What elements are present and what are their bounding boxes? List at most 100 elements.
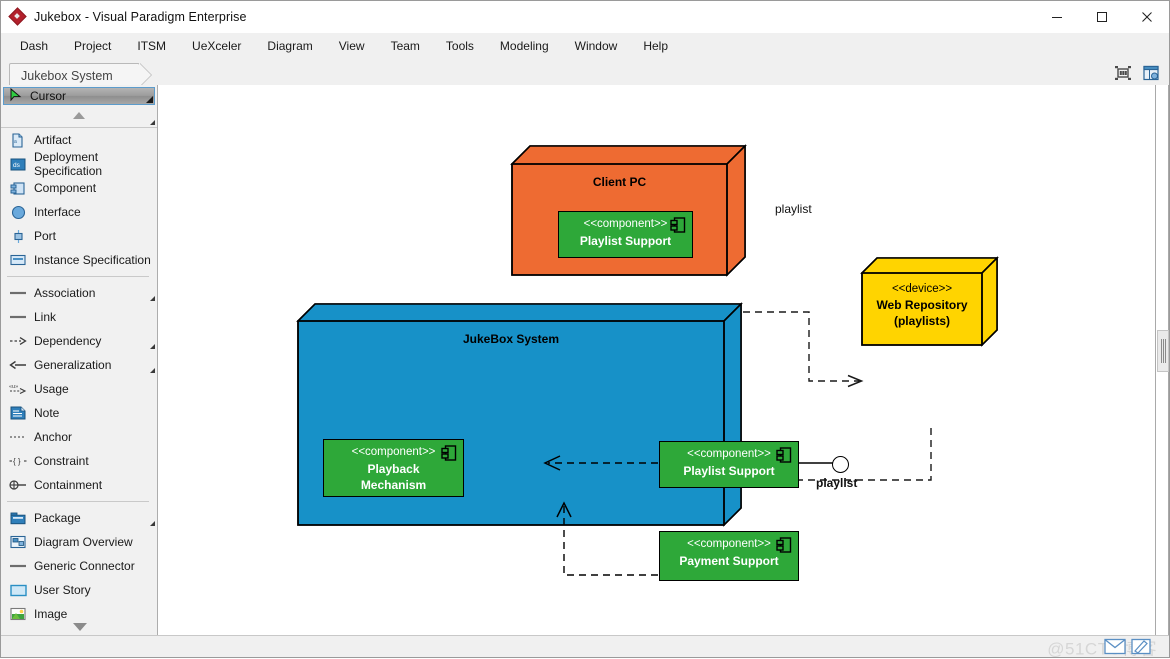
palette-item-generic-connector[interactable]: Generic Connector <box>1 554 157 578</box>
palette-expand-corner-icon[interactable] <box>150 521 155 526</box>
palette-item-label: Interface <box>34 205 81 219</box>
palette-item-deployment-specification[interactable]: ds Deployment Specification <box>1 152 157 176</box>
palette-item-component[interactable]: Component <box>1 176 157 200</box>
palette-item-artifact[interactable]: a Artifact <box>1 128 157 152</box>
diagram-canvas[interactable]: Client PC <<component>> Playlist Support <box>158 85 1169 635</box>
palette-scroll-down-icon[interactable] <box>73 623 87 631</box>
palette-item-containment[interactable]: Containment <box>1 473 157 497</box>
component-name: Payment Support <box>660 553 798 569</box>
palette-divider-2 <box>7 501 149 502</box>
palette-item-label: Deployment Specification <box>34 150 157 178</box>
palette-item-label: Dependency <box>34 334 101 348</box>
palette-expand-corner-icon[interactable] <box>150 296 155 301</box>
palette-item-dependency[interactable]: Dependency <box>1 329 157 353</box>
port-icon <box>9 228 27 244</box>
node-jukebox-system[interactable]: JukeBox System <<component> <box>298 303 746 530</box>
deployment-diagram: Client PC <<component>> Playlist Support <box>158 85 1169 635</box>
palette-item-label: Port <box>34 229 56 243</box>
cursor-expand-corner-icon[interactable] <box>146 96 153 103</box>
component-glyph-icon <box>441 445 457 461</box>
maximize-button[interactable] <box>1079 1 1124 32</box>
palette-group-corner-icon[interactable] <box>150 120 155 125</box>
note-icon <box>9 405 27 421</box>
title-bar: Jukebox - Visual Paradigm Enterprise <box>1 1 1169 33</box>
component-playlist-support-jukebox[interactable]: <<component>> Playlist Support <box>659 441 799 488</box>
menu-item-help[interactable]: Help <box>630 35 681 57</box>
palette-item-instance-specification[interactable]: Instance Specification <box>1 248 157 272</box>
image-icon <box>9 606 27 622</box>
node-stereotype: <<device>> <box>862 283 982 295</box>
palette-item-association[interactable]: Association <box>1 281 157 305</box>
palette-item-label: Constraint <box>34 454 89 468</box>
node-web-repository[interactable]: <<device>> Web Repository (playlists) <box>862 257 1002 349</box>
palette-item-label: Generic Connector <box>34 559 135 573</box>
diagram-properties-icon[interactable] <box>1139 61 1163 85</box>
component-playback-mechanism[interactable]: <<component>> Playback Mechanism <box>323 439 464 497</box>
palette-item-anchor[interactable]: Anchor <box>1 425 157 449</box>
menu-bar: Dash Project ITSM UeXceler Diagram View … <box>1 33 1169 59</box>
window-controls <box>1034 1 1169 32</box>
palette-item-label: Artifact <box>34 133 71 147</box>
component-name-line2: Mechanism <box>324 477 463 493</box>
palette-expand-corner-icon[interactable] <box>150 344 155 349</box>
tab-label: Jukebox System <box>21 69 113 83</box>
splitter-handle[interactable] <box>1157 330 1169 372</box>
canvas-vertical-splitter[interactable] <box>1155 85 1169 635</box>
menu-item-view[interactable]: View <box>326 35 378 57</box>
menu-item-dash[interactable]: Dash <box>7 35 61 57</box>
palette-item-port[interactable]: Port <box>1 224 157 248</box>
menu-item-window[interactable]: Window <box>562 35 631 57</box>
diagram-tab-strip: Jukebox System <box>1 59 1169 88</box>
generalization-arrow-icon <box>9 357 27 373</box>
interface-ball-playlist[interactable] <box>832 456 849 473</box>
menu-item-itsm[interactable]: ITSM <box>124 35 179 57</box>
palette-item-link[interactable]: Link <box>1 305 157 329</box>
component-name: Playlist Support <box>559 233 692 249</box>
deployment-specification-icon: ds <box>9 156 27 172</box>
palette-item-cursor[interactable]: Cursor <box>3 87 155 105</box>
palette-item-package[interactable]: Package <box>1 506 157 530</box>
node-client-pc[interactable]: Client PC <<component>> Playlist Support <box>512 145 750 280</box>
palette-item-interface[interactable]: Interface <box>1 200 157 224</box>
palette-item-label: Instance Specification <box>34 253 151 267</box>
cursor-arrow-icon <box>8 88 24 105</box>
instance-specification-icon <box>9 252 27 268</box>
palette-item-diagram-overview[interactable]: Diagram Overview <box>1 530 157 554</box>
menu-item-modeling[interactable]: Modeling <box>487 35 562 57</box>
mail-icon <box>1104 638 1126 658</box>
minimize-button[interactable] <box>1034 1 1079 32</box>
palette-item-label: Note <box>34 406 59 420</box>
menu-item-project[interactable]: Project <box>61 35 124 57</box>
dependency-arrow-icon <box>9 333 27 349</box>
menu-item-uexceler[interactable]: UeXceler <box>179 35 254 57</box>
palette-item-note[interactable]: Note <box>1 401 157 425</box>
palette-scroll-up[interactable] <box>1 105 157 128</box>
palette-item-label: Association <box>34 286 95 300</box>
watermark-icons <box>1104 638 1151 658</box>
palette-expand-corner-icon[interactable] <box>150 368 155 373</box>
menu-item-tools[interactable]: Tools <box>433 35 487 57</box>
component-icon <box>9 180 27 196</box>
application-window: Jukebox - Visual Paradigm Enterprise Das… <box>0 0 1170 658</box>
component-name: Playlist Support <box>660 463 798 479</box>
link-line-icon <box>9 309 27 325</box>
palette-item-constraint[interactable]: { } Constraint <box>1 449 157 473</box>
edit-pen-icon <box>1131 638 1151 658</box>
palette-item-label: Link <box>34 310 56 324</box>
menu-item-team[interactable]: Team <box>378 35 433 57</box>
association-line-icon <box>9 285 27 301</box>
fit-to-window-icon[interactable] <box>1111 61 1135 85</box>
palette-item-generalization[interactable]: Generalization <box>1 353 157 377</box>
palette-item-label: Anchor <box>34 430 72 444</box>
tab-jukebox-system[interactable]: Jukebox System <box>9 63 140 87</box>
close-button[interactable] <box>1124 1 1169 32</box>
artifact-icon: a <box>9 132 27 148</box>
palette-item-label: Containment <box>34 478 102 492</box>
component-playlist-support-client[interactable]: <<component>> Playlist Support <box>558 211 693 258</box>
component-payment-support[interactable]: <<component>> Payment Support <box>659 531 799 581</box>
menu-item-diagram[interactable]: Diagram <box>254 35 325 57</box>
palette-item-label: Usage <box>34 382 69 396</box>
palette-item-usage[interactable]: «u» Usage <box>1 377 157 401</box>
palette-item-user-story[interactable]: User Story <box>1 578 157 602</box>
interface-ball-icon <box>9 204 27 220</box>
